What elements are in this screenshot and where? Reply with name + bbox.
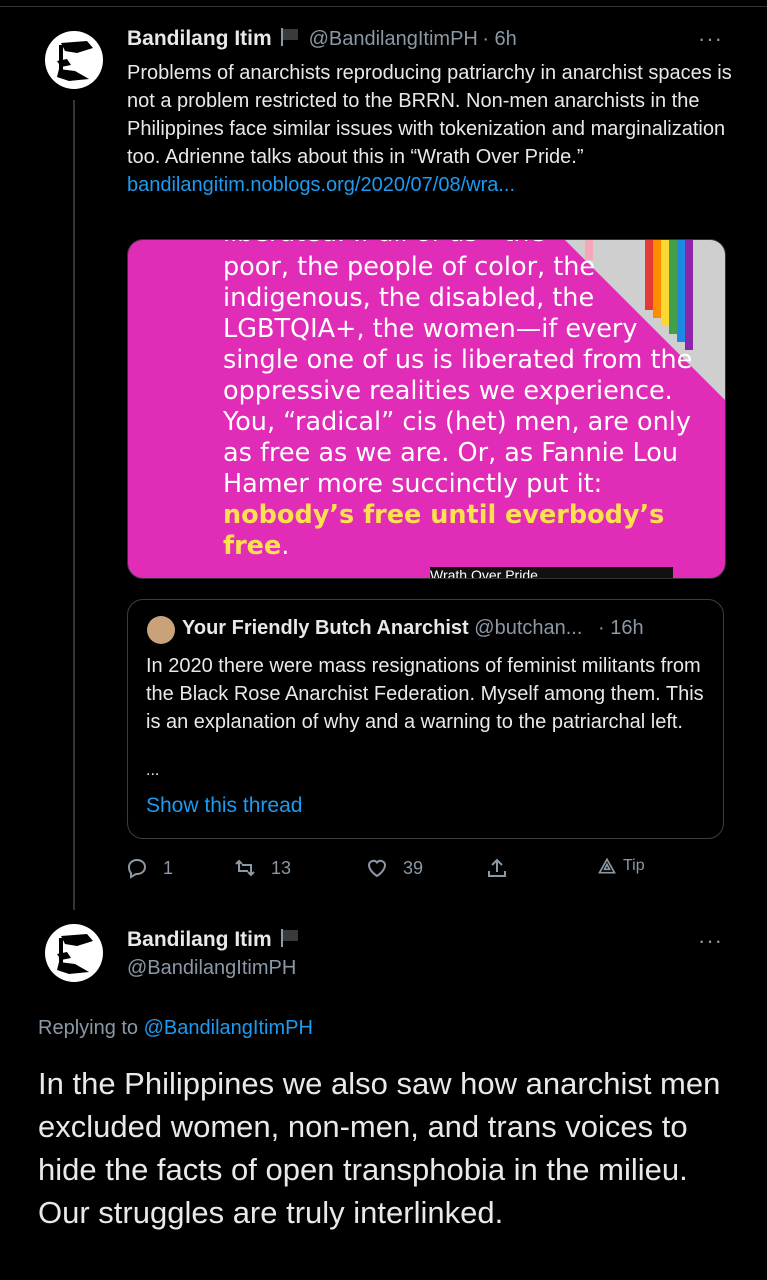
- quoted-header: Your Friendly Butch Anarchist @butchan..…: [182, 617, 644, 640]
- image-caption: Wrath Over Pride: [430, 567, 673, 578]
- retweet-icon: [235, 859, 255, 877]
- quoted-handle: @butchan...: [474, 617, 583, 639]
- quoted-display-name: Your Friendly Butch Anarchist: [182, 617, 469, 639]
- quoted-timestamp: · 16h: [597, 617, 644, 639]
- heart-icon: [367, 859, 387, 878]
- like-button[interactable]: 39: [365, 856, 423, 880]
- black-flag-logo-icon: [57, 934, 93, 974]
- tweet-text: Problems of anarchists reproducing patri…: [127, 62, 732, 168]
- reply-icon: [127, 858, 147, 879]
- show-thread-link[interactable]: Show this thread: [146, 794, 302, 818]
- tweet2-header: Bandilang Itim: [127, 928, 304, 952]
- share-button[interactable]: [485, 856, 523, 880]
- quoted-text: In 2020 there were mass resignations of …: [146, 655, 704, 733]
- like-count: 39: [403, 857, 424, 878]
- replying-to: Replying to @BandilangItimPH: [38, 1017, 313, 1040]
- quoted-tweet[interactable]: Your Friendly Butch Anarchist @butchan..…: [127, 599, 724, 839]
- more-options-button[interactable]: ···: [698, 26, 723, 52]
- image-text-top: liberated. If all of us—the: [223, 240, 643, 248]
- tweet-body: Problems of anarchists reproducing patri…: [127, 59, 747, 199]
- handle[interactable]: @BandilangItimPH: [309, 28, 478, 50]
- top-divider: [0, 6, 767, 7]
- display-name[interactable]: Bandilang Itim: [127, 27, 272, 50]
- quoted-avatar: [147, 616, 175, 644]
- tip-label: Tip: [623, 857, 645, 874]
- tweet-actions: 1 13 39 Tip: [125, 856, 685, 886]
- display-name[interactable]: Bandilang Itim: [127, 928, 272, 951]
- timestamp[interactable]: · 6h: [482, 28, 516, 50]
- tweet2-text: In the Philippines we also saw how anarc…: [38, 1066, 721, 1230]
- reply-count: 1: [163, 857, 174, 878]
- share-icon: [488, 858, 506, 877]
- avatar[interactable]: [45, 31, 103, 89]
- reply-button[interactable]: 1: [125, 856, 173, 880]
- quoted-ellipsis: ...: [146, 762, 160, 779]
- replying-prefix: Replying to: [38, 1017, 144, 1039]
- image-quote-text: poor, the people of color, the indigenou…: [223, 252, 703, 562]
- handle[interactable]: @BandilangItimPH: [127, 957, 296, 980]
- black-flag-icon: [281, 929, 299, 947]
- more-options-button[interactable]: ···: [698, 928, 723, 954]
- black-flag-logo-icon: [57, 41, 93, 81]
- image-text-end: .: [281, 531, 290, 561]
- tweet-header: Bandilang Itim @BandilangItimPH · 6h: [127, 27, 517, 51]
- retweet-count: 13: [271, 857, 292, 878]
- thread-connector-line: [73, 100, 75, 910]
- tweet-link[interactable]: bandilangitim.noblogs.org/2020/07/08/wra…: [127, 174, 515, 196]
- tip-button[interactable]: Tip: [597, 856, 645, 876]
- retweet-button[interactable]: 13: [233, 856, 291, 880]
- black-flag-icon: [281, 28, 299, 46]
- avatar[interactable]: [45, 924, 103, 982]
- image-text-plain: poor, the people of color, the indigenou…: [223, 252, 693, 499]
- replying-handle-link[interactable]: @BandilangItimPH: [144, 1017, 313, 1039]
- tip-icon: [598, 857, 616, 874]
- tweet-image[interactable]: liberated. If all of us—the poor, the pe…: [127, 239, 726, 579]
